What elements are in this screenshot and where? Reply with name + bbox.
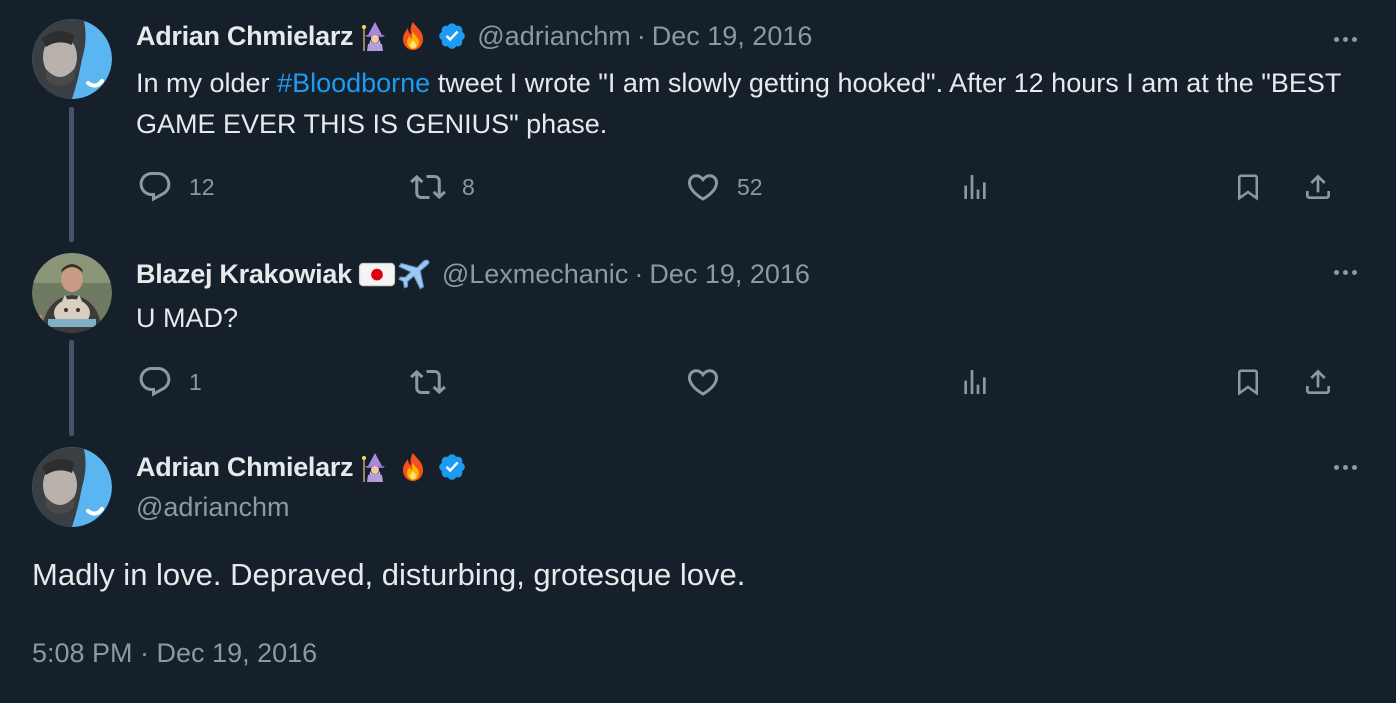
separator: · — [636, 20, 646, 51]
tweet-2[interactable]: Blazej Krakowiak @Lexmechanic · Dec 19, … — [0, 238, 1396, 438]
like-count: 52 — [737, 173, 763, 200]
more-icon[interactable] — [1328, 262, 1362, 282]
author-handle[interactable]: @adrianchm — [477, 21, 630, 52]
retweet-button[interactable] — [410, 362, 446, 402]
tweet-actions: 1 — [0, 362, 1396, 402]
tweet-actions: 12 8 52 — [0, 167, 1396, 207]
hashtag-link[interactable]: #Bloodborne — [277, 68, 430, 98]
tweet-1[interactable]: Adrian Chmielarz @adrianchm · Dec 19, 20… — [0, 0, 1396, 242]
like-button[interactable]: 52 — [685, 167, 763, 207]
avatar[interactable] — [32, 19, 112, 99]
heart-icon — [685, 169, 721, 205]
more-icon[interactable] — [1328, 29, 1362, 49]
focused-tweet: Adrian Chmielarz @adrianchm Madly in lov… — [0, 438, 1396, 703]
tweet-header: Adrian Chmielarz — [136, 451, 467, 483]
author-handle[interactable]: @adrianchm — [136, 492, 289, 523]
avatar[interactable] — [32, 253, 112, 333]
verified-badge-icon[interactable] — [437, 452, 467, 482]
tweet-date[interactable]: Dec 19, 2016 — [652, 21, 813, 52]
bookmark-icon — [1233, 367, 1263, 397]
wizard-emoji — [359, 451, 391, 483]
share-icon — [1302, 366, 1334, 398]
author-handle[interactable]: @Lexmechanic — [442, 259, 629, 290]
reply-button[interactable]: 1 — [137, 362, 202, 402]
tweet-text: In my older #Bloodborne tweet I wrote "I… — [136, 63, 1376, 145]
more-icon[interactable] — [1328, 457, 1362, 477]
author-name[interactable]: Blazej Krakowiak — [136, 259, 352, 290]
reply-icon — [137, 169, 173, 205]
bookmark-button[interactable] — [1233, 167, 1263, 207]
like-button[interactable] — [685, 362, 721, 402]
separator: · — [634, 258, 644, 289]
retweet-count: 8 — [462, 173, 475, 200]
retweet-button[interactable]: 8 — [410, 167, 475, 207]
bookmark-icon — [1233, 172, 1263, 202]
tweet-timestamp[interactable]: 5:08 PM · Dec 19, 2016 — [32, 638, 317, 669]
views-icon — [959, 171, 991, 203]
reply-count: 12 — [189, 173, 215, 200]
views-button[interactable] — [959, 362, 991, 402]
reply-count: 1 — [189, 368, 202, 395]
author-name[interactable]: Adrian Chmielarz — [136, 452, 354, 483]
fire-emoji — [397, 20, 429, 52]
tweet-date[interactable]: Dec 19, 2016 — [649, 259, 810, 290]
reply-icon — [137, 364, 173, 400]
retweet-icon — [410, 364, 446, 400]
tweet-text-part: In my older — [136, 68, 278, 98]
share-button[interactable] — [1302, 362, 1334, 402]
tweet-text: U MAD? — [136, 303, 239, 333]
share-icon — [1302, 171, 1334, 203]
japan-flag-emoji — [358, 260, 396, 288]
airplane-emoji — [398, 257, 432, 291]
avatar[interactable] — [32, 447, 112, 527]
retweet-icon — [410, 169, 446, 205]
fire-emoji — [397, 451, 429, 483]
share-button[interactable] — [1302, 167, 1334, 207]
bookmark-button[interactable] — [1233, 362, 1263, 402]
conversation-thread: Adrian Chmielarz @adrianchm · Dec 19, 20… — [0, 0, 1396, 703]
verified-badge-icon[interactable] — [437, 21, 467, 51]
author-name[interactable]: Adrian Chmielarz — [136, 21, 354, 52]
heart-icon — [685, 364, 721, 400]
tweet-header: Blazej Krakowiak @Lexmechanic · Dec 19, … — [136, 257, 810, 291]
views-button[interactable] — [959, 167, 991, 207]
tweet-header: Adrian Chmielarz @adrianchm · Dec 19, 20… — [136, 20, 812, 52]
views-icon — [959, 366, 991, 398]
wizard-emoji — [359, 20, 391, 52]
tweet-text: Madly in love. Depraved, disturbing, gro… — [32, 557, 746, 592]
reply-button[interactable]: 12 — [137, 167, 215, 207]
